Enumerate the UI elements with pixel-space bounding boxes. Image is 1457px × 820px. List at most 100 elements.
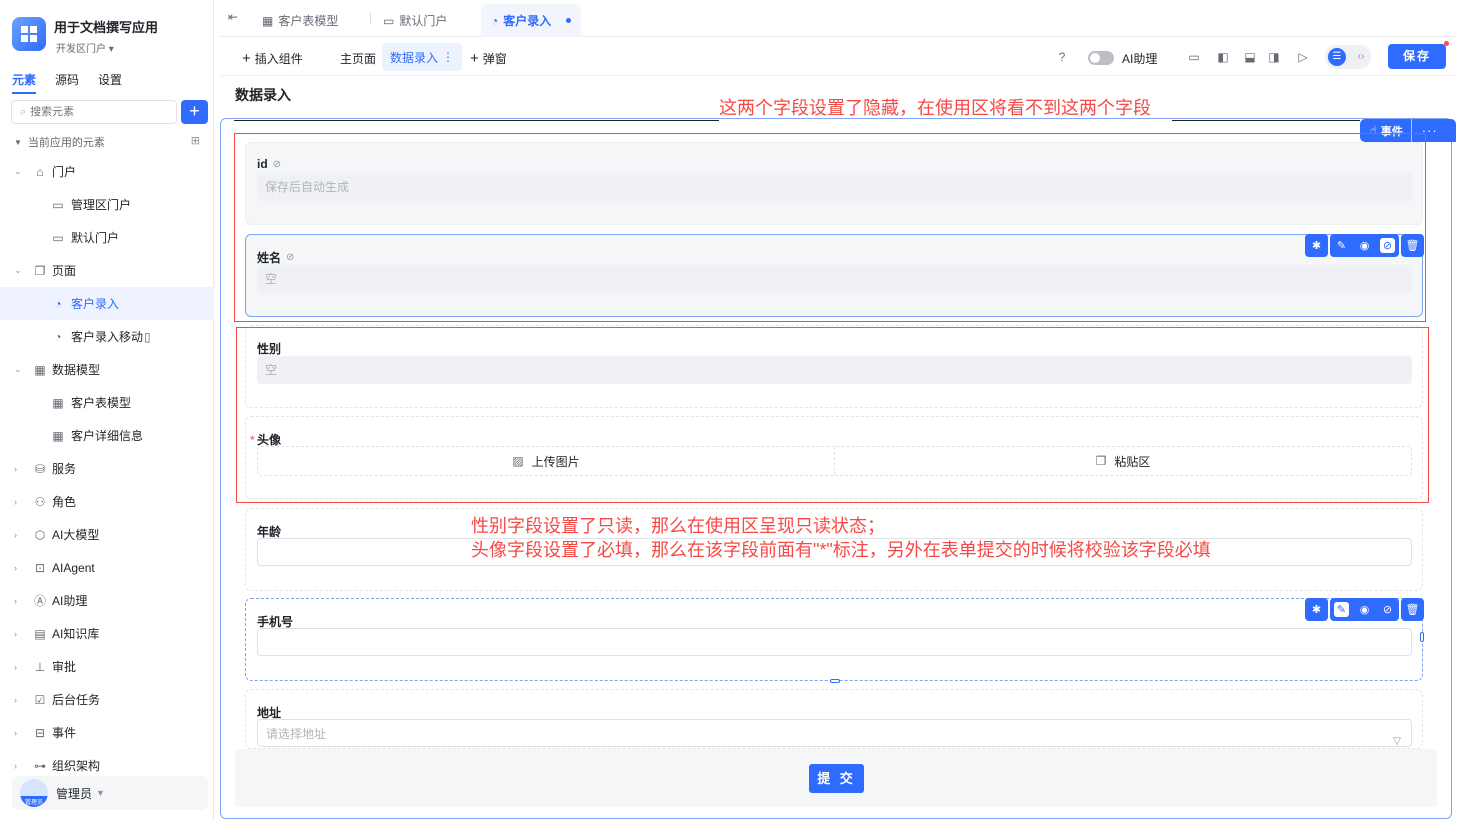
robot-icon: ⊡ xyxy=(34,560,46,575)
sidebar-item-label: 默认门户 xyxy=(71,231,120,245)
user-menu[interactable]: 管理员 管理员 ▼ xyxy=(12,776,208,810)
design-canvas-area: 数据录入 id ⊘ 保存后自动生成 姓名 ⊘ 空 ✱ ✎ ◉ ⊘ 🗑 性别 空 * 头像 … xyxy=(220,77,1457,820)
role-icon: ⚇ xyxy=(34,494,46,509)
left-panel-icon[interactable]: ◧ xyxy=(1214,48,1232,66)
layout-icon[interactable]: ▭ xyxy=(1185,48,1203,66)
address-select[interactable]: 请选择地址 ▽ xyxy=(257,719,1412,747)
required-icon[interactable]: ✱ xyxy=(1309,602,1324,617)
annotation-underline xyxy=(1172,120,1360,121)
popup-button[interactable]: + 弹窗 xyxy=(470,47,507,69)
chevron-right-icon[interactable]: › xyxy=(14,497,17,507)
resize-handle-right[interactable] xyxy=(1420,632,1424,642)
tab-default-portal[interactable]: ▭ 默认门户 xyxy=(383,4,447,37)
sidebar-item-12[interactable]: › ⊡ AIAgent xyxy=(0,551,214,584)
chevron-right-icon[interactable]: › xyxy=(14,563,17,573)
bottom-panel-icon[interactable]: ⬓ xyxy=(1241,48,1259,66)
plus-icon: + xyxy=(242,49,251,67)
annotation-box-readonly-required xyxy=(236,327,1429,503)
phone-input[interactable] xyxy=(257,628,1412,656)
chevron-right-icon[interactable]: › xyxy=(14,530,17,540)
code-mode-icon[interactable]: ‹› xyxy=(1352,48,1370,66)
portal-icon: ▭ xyxy=(52,230,64,245)
chevron-right-icon[interactable]: › xyxy=(14,596,17,606)
tab-elements[interactable]: 元素 xyxy=(12,71,37,94)
chevron-right-icon[interactable]: › xyxy=(14,695,17,705)
resize-handle-bottom[interactable] xyxy=(830,679,840,683)
sidebar-item-3[interactable]: ⌄ ❐ 页面 xyxy=(0,254,214,287)
sidebar-item-0[interactable]: ⌄ ⌂ 门户 xyxy=(0,155,214,188)
chevron-right-icon[interactable]: › xyxy=(14,464,17,474)
chevron-down-icon[interactable]: ⌄ xyxy=(14,166,22,177)
sidebar-item-label: AI知识库 xyxy=(52,627,100,641)
sidebar-item-17[interactable]: › ⊟ 事件 xyxy=(0,716,214,749)
search-input[interactable] xyxy=(30,106,161,118)
sidebar-item-label: 页面 xyxy=(52,264,77,278)
more-vertical-icon[interactable]: ⋮ xyxy=(442,50,454,64)
chevron-right-icon[interactable]: › xyxy=(14,728,17,738)
sidebar-item-10[interactable]: › ⚇ 角色 xyxy=(0,485,214,518)
add-element-button[interactable]: + xyxy=(181,100,208,124)
chevron-right-icon[interactable]: › xyxy=(14,761,17,771)
tree-header[interactable]: ▼ 当前应用的元素 ⊞ xyxy=(14,134,204,150)
tab-customer-model[interactable]: ▦ 客户表模型 xyxy=(262,4,338,37)
sidebar-item-13[interactable]: › Ⓐ AI助理 xyxy=(0,584,214,617)
mode-switch[interactable]: ☰ ‹› xyxy=(1325,45,1371,69)
eye-off-icon[interactable]: ⊘ xyxy=(1380,602,1395,617)
sidebar-item-label: AI大模型 xyxy=(52,528,100,542)
sidebar-item-5[interactable]: ◔ 客户录入移动 ▯ xyxy=(0,320,214,353)
sidebar-item-8[interactable]: ▦ 客户详细信息 xyxy=(0,419,214,452)
app-logo xyxy=(12,17,46,51)
table-icon: ▦ xyxy=(34,362,46,377)
chevron-down-icon[interactable]: ⌄ xyxy=(14,265,22,276)
service-icon: ⛁ xyxy=(34,461,46,476)
element-tree: ⌄ ⌂ 门户 ▭ 管理区门户 ▭ 默认门户 ⌄ ❐ 页面 ◔ 客户录入 ◔ 客户录入移动 ▯ ⌄ ▦ 数据模型 ▦ 客… xyxy=(0,155,214,782)
chevron-right-icon[interactable]: › xyxy=(14,629,17,639)
page-icon: ◔ xyxy=(491,13,499,28)
sidebar-item-label: 审批 xyxy=(52,660,77,674)
sidebar-item-1[interactable]: ▭ 管理区门户 xyxy=(0,188,214,221)
tab-customer-entry[interactable]: ◔ 客户录入 xyxy=(481,4,582,37)
chevron-down-icon: ▼ xyxy=(96,788,105,798)
delete-icon[interactable]: 🗑 xyxy=(1405,602,1420,617)
sidebar-item-4[interactable]: ◔ 客户录入 xyxy=(0,287,214,320)
sidebar-item-6[interactable]: ⌄ ▦ 数据模型 xyxy=(0,353,214,386)
right-panel-icon[interactable]: ◨ xyxy=(1265,48,1283,66)
field-address[interactable]: 地址 请选择地址 ▽ xyxy=(245,689,1423,749)
sidebar-tabs: 元素 源码 设置 xyxy=(12,71,122,94)
pages-icon: ❐ xyxy=(34,263,46,278)
help-icon[interactable]: ? xyxy=(1053,48,1071,66)
insert-component-button[interactable]: + 插入组件 xyxy=(242,47,303,69)
tab-settings[interactable]: 设置 xyxy=(98,71,122,94)
task-icon: ☑ xyxy=(34,692,46,707)
sidebar-item-label: AIAgent xyxy=(52,560,95,575)
submit-button[interactable]: 提 交 xyxy=(809,764,864,793)
chevron-down-icon[interactable]: ⌄ xyxy=(14,364,22,375)
sidebar-item-9[interactable]: › ⛁ 服务 xyxy=(0,452,214,485)
main-page-button[interactable]: 主页面 xyxy=(340,47,376,69)
field-phone[interactable]: 手机号 ✱ ✎ ◉ ⊘ 🗑 xyxy=(245,598,1424,683)
sidebar-item-2[interactable]: ▭ 默认门户 xyxy=(0,221,214,254)
play-icon[interactable]: ▷ xyxy=(1294,48,1312,66)
annotation-required-note: 头像字段设置了必填，那么在该字段前面有"*"标注，另外在表单提交的时候将校验该字… xyxy=(471,540,1211,560)
edit-icon[interactable]: ✎ xyxy=(1334,602,1349,617)
chevron-right-icon[interactable]: › xyxy=(14,662,17,672)
sidebar-item-15[interactable]: › ⊥ 审批 xyxy=(0,650,214,683)
eye-icon[interactable]: ◉ xyxy=(1357,602,1372,617)
design-mode-icon[interactable]: ☰ xyxy=(1328,48,1346,66)
unsaved-dot xyxy=(566,18,572,23)
sidebar-item-14[interactable]: › ▤ AI知识库 xyxy=(0,617,214,650)
portal-selector[interactable]: 开发区门户 ▾ xyxy=(56,40,114,55)
tab-source[interactable]: 源码 xyxy=(55,71,79,94)
sitemap-icon[interactable]: ⊞ xyxy=(191,134,200,147)
collapse-sidebar-icon[interactable]: ⇤ xyxy=(228,10,238,24)
model-icon: ⬡ xyxy=(34,527,46,542)
sidebar-item-label: 服务 xyxy=(52,462,77,476)
sidebar-item-7[interactable]: ▦ 客户表模型 xyxy=(0,386,214,419)
save-button[interactable]: 保存 xyxy=(1388,44,1446,69)
sidebar-item-16[interactable]: › ☑ 后台任务 xyxy=(0,683,214,716)
ai-assistant-toggle[interactable] xyxy=(1088,51,1114,65)
annotation-underline xyxy=(234,120,719,121)
data-entry-button[interactable]: 数据录入 ⋮ xyxy=(382,43,463,71)
sidebar-item-11[interactable]: › ⬡ AI大模型 xyxy=(0,518,214,551)
field-toolbar: ✱ ✎ ◉ ⊘ 🗑 xyxy=(1305,598,1424,621)
